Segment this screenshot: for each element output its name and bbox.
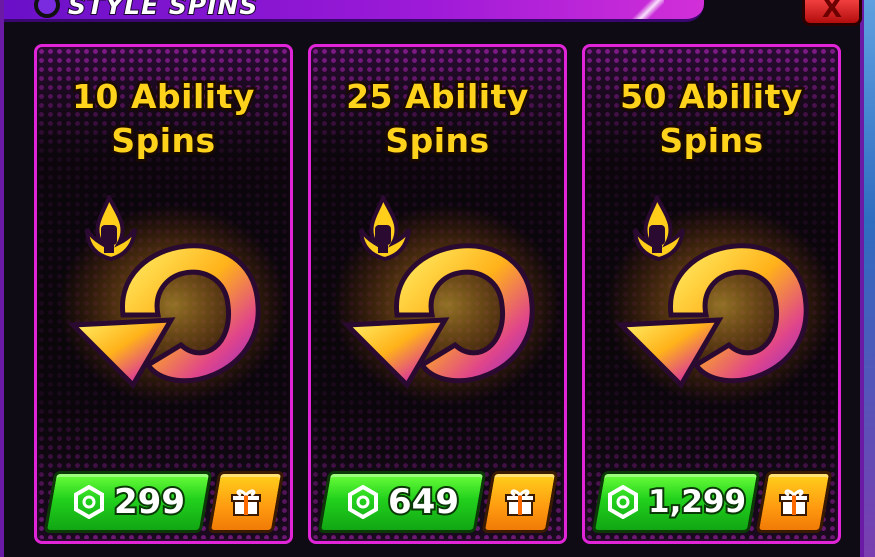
panel-title: STYLE SPINS (67, 0, 259, 21)
gift-icon (505, 489, 535, 516)
card-title-line-2: Spins (657, 119, 766, 163)
robux-icon (347, 485, 378, 519)
card-title: 25 Ability Spins (311, 75, 564, 163)
price-label: 649 (386, 480, 461, 524)
card-title: 10 Ability Spins (37, 75, 290, 163)
buy-button[interactable]: 299 (43, 471, 213, 533)
ability-spin-arrow-icon (58, 195, 283, 405)
robux-icon (73, 485, 104, 519)
card-title-line-2: Spins (109, 119, 218, 163)
card-title-line-2: Spins (383, 119, 492, 163)
ability-spin-arrow-icon (332, 195, 557, 405)
buy-button[interactable]: 649 (317, 471, 487, 533)
card-title-line-1: 25 Ability (344, 75, 531, 119)
title-bar-sparkle (624, 0, 664, 19)
card-title-line-1: 50 Ability (618, 75, 805, 119)
gift-icon (779, 489, 809, 516)
ability-spin-arrow-icon (606, 195, 831, 405)
close-button[interactable]: X (802, 0, 862, 26)
gift-icon (231, 489, 261, 516)
price-label: 1,299 (646, 482, 748, 522)
card-title: 50 Ability Spins (585, 75, 838, 163)
style-spins-panel: STYLE SPINS X 10 Ability Spins 299 25 Ab… (0, 0, 864, 557)
price-label: 299 (112, 480, 187, 524)
spin-pack-card-10[interactable]: 10 Ability Spins 299 (34, 44, 293, 544)
spin-pack-card-25[interactable]: 25 Ability Spins 649 (308, 44, 567, 544)
robux-icon (607, 485, 638, 519)
spin-pack-card-50[interactable]: 50 Ability Spins 1,299 (582, 44, 841, 544)
gift-button[interactable] (755, 471, 833, 533)
gift-button[interactable] (481, 471, 559, 533)
gift-button[interactable] (207, 471, 285, 533)
buy-button[interactable]: 1,299 (591, 471, 761, 533)
close-icon: X (821, 0, 843, 24)
card-title-line-1: 10 Ability (70, 75, 257, 119)
